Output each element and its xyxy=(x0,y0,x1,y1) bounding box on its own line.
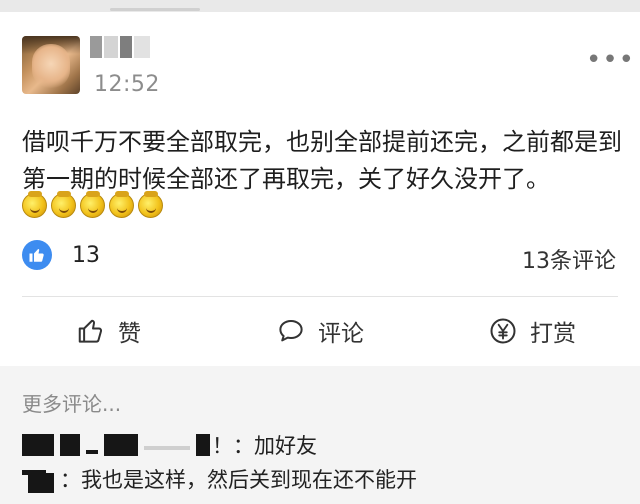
redacted-username xyxy=(104,434,138,456)
redact-block xyxy=(120,36,132,58)
redact-block xyxy=(90,36,102,58)
avatar[interactable] xyxy=(22,36,80,94)
smiling-face-emoji-icon xyxy=(109,191,134,218)
like-badge-icon[interactable] xyxy=(22,240,52,270)
speech-bubble-icon xyxy=(279,320,303,342)
thumbs-up-icon xyxy=(29,249,44,262)
redacted-username xyxy=(60,434,80,456)
comment-item[interactable]: ：我也是这样，然后关到现在还不能开 xyxy=(22,464,417,494)
comment-text: ：我也是这样，然后关到现在还不能开 xyxy=(60,468,417,492)
redacted-username xyxy=(144,446,190,450)
comments-section: 更多评论... ！ ：加好友 ：我也是这样，然后关到现在还不能开 xyxy=(0,366,640,504)
redacted-username xyxy=(22,434,54,456)
redact-block xyxy=(134,36,150,58)
divider xyxy=(22,296,618,297)
comment-author-suffix: ！ xyxy=(212,434,233,458)
smiling-face-emoji-icon xyxy=(80,191,105,218)
emoji-row xyxy=(22,191,163,218)
redact-block xyxy=(104,36,118,58)
redacted-username xyxy=(196,434,210,456)
redacted-username xyxy=(86,450,98,454)
action-bar: 赞 评论 打赏 xyxy=(0,300,640,362)
like-label: 赞 xyxy=(118,321,141,347)
thumbs-up-outline-icon xyxy=(78,319,103,343)
more-dots-icon[interactable]: ••• xyxy=(586,47,635,73)
redacted-username xyxy=(28,473,54,493)
post-time: 12:52 xyxy=(94,72,160,97)
like-count[interactable]: 13 xyxy=(72,243,100,268)
like-button[interactable]: 赞 xyxy=(76,312,141,350)
comment-count[interactable]: 13条评论 xyxy=(522,243,616,275)
comment-label: 评论 xyxy=(318,321,364,347)
reward-label: 打赏 xyxy=(530,321,576,347)
smiling-face-emoji-icon xyxy=(22,191,47,218)
yen-coin-icon xyxy=(490,318,516,344)
avatar-face-blur xyxy=(32,44,70,88)
smiling-face-emoji-icon xyxy=(138,191,163,218)
reward-button[interactable]: 打赏 xyxy=(488,312,576,350)
smiling-face-emoji-icon xyxy=(51,191,76,218)
more-comments-link[interactable]: 更多评论... xyxy=(22,388,121,417)
comment-button[interactable]: 评论 xyxy=(276,312,364,350)
post-text: 借呗千万不要全部取完，也别全部提前还完，之前都是到第一期的时候全部还了再取完，关… xyxy=(22,128,622,193)
username-redacted[interactable] xyxy=(90,36,152,58)
top-strip xyxy=(0,0,640,12)
comment-item[interactable]: ！ ：加好友 xyxy=(22,430,317,460)
comment-text: ：加好友 xyxy=(233,434,317,458)
